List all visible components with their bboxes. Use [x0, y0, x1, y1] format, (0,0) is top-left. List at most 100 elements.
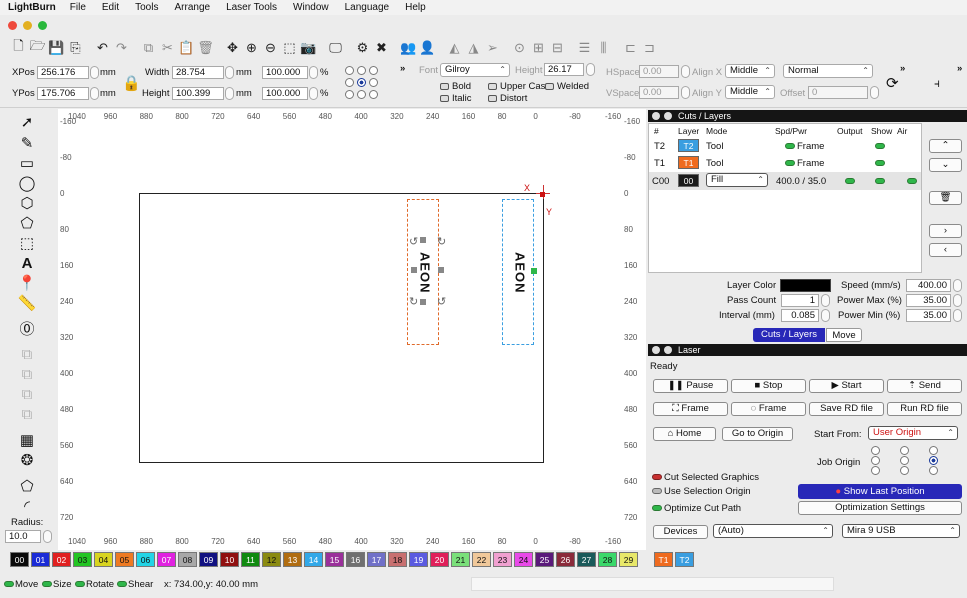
rotate-toggle[interactable]	[75, 581, 85, 587]
vspace-spinner[interactable]	[681, 86, 690, 99]
palette-swatch-27[interactable]: 27	[577, 552, 596, 567]
logo-object[interactable]: AEON	[502, 199, 534, 345]
palette-swatch-00[interactable]: 00	[10, 552, 29, 567]
minimize-window-button[interactable]	[23, 21, 32, 30]
power-max-spinner[interactable]	[953, 294, 962, 307]
canvas-area[interactable]: 1040 960 880 800 720 640 560 480 400 320 240 160 80 0…	[58, 109, 646, 550]
frame-toggle[interactable]	[785, 160, 795, 166]
panel-float-icon[interactable]	[664, 346, 672, 354]
open-folder-icon[interactable]: 🗁	[29, 38, 46, 57]
layer-color-swatch[interactable]	[780, 279, 831, 292]
offset-input[interactable]: 0	[808, 86, 868, 99]
palette-swatch-26[interactable]: 26	[556, 552, 575, 567]
mode-combo[interactable]: Fill	[706, 173, 768, 187]
palette-swatch-T1[interactable]: T1	[654, 552, 673, 567]
table-row[interactable]: T2 T2 Tool Frame	[649, 138, 921, 154]
draw-lines-icon[interactable]: ⬠	[17, 214, 37, 232]
height-percent-input[interactable]: 100.000	[262, 87, 308, 100]
start-button[interactable]: ▶ Start	[809, 379, 884, 393]
welded-checkbox[interactable]	[545, 83, 554, 90]
camera-icon[interactable]: 📷	[300, 39, 317, 57]
job-origin-br-radio[interactable]	[929, 466, 938, 475]
panel-close-icon[interactable]	[652, 112, 660, 120]
palette-swatch-03[interactable]: 03	[73, 552, 92, 567]
power-max-input[interactable]: 35.00	[906, 294, 951, 307]
zoom-window-button[interactable]	[38, 21, 47, 30]
anchor-bottom-right-radio[interactable]	[369, 90, 378, 99]
interval-input[interactable]: 0.085	[781, 309, 819, 322]
save-as-icon[interactable]: ⎘	[67, 39, 84, 57]
palette-swatch-22[interactable]: 22	[472, 552, 491, 567]
menu-laser-tools[interactable]: Laser Tools	[226, 2, 277, 13]
tools-icon[interactable]: ✖	[373, 39, 390, 57]
menu-arrange[interactable]: Arrange	[174, 2, 210, 13]
zoom-out-icon[interactable]: ⊖	[262, 39, 279, 57]
palette-swatch-09[interactable]: 09	[199, 552, 218, 567]
select-arrow-icon[interactable]: ➚	[17, 113, 37, 131]
size-toggle[interactable]	[42, 581, 52, 587]
shear-toggle[interactable]	[117, 581, 127, 587]
palette-swatch-13[interactable]: 13	[283, 552, 302, 567]
show-toggle[interactable]	[875, 178, 885, 184]
anchor-center-radio[interactable]	[357, 78, 366, 87]
prev-layer-button[interactable]: ‹	[929, 243, 962, 257]
align-y-combo[interactable]: Middle	[725, 85, 775, 99]
panel-close-icon[interactable]	[652, 346, 660, 354]
palette-swatch-T2[interactable]: T2	[675, 552, 694, 567]
speed-spinner[interactable]	[953, 279, 962, 292]
devices-button[interactable]: Devices	[653, 525, 708, 539]
save-icon[interactable]: 💾	[48, 39, 65, 57]
palette-swatch-25[interactable]: 25	[535, 552, 554, 567]
output-toggle[interactable]	[845, 178, 855, 184]
text-mode-combo[interactable]: Normal	[783, 64, 873, 78]
tab-cuts-layers[interactable]: Cuts / Layers	[753, 328, 825, 342]
tab-move[interactable]: Move	[826, 328, 862, 342]
palette-swatch-05[interactable]: 05	[115, 552, 134, 567]
send-icon[interactable]: ➢	[484, 39, 501, 57]
close-window-button[interactable]	[8, 21, 17, 30]
next-layer-button[interactable]: ›	[929, 224, 962, 238]
rotate-handle-br-icon[interactable]: ↺	[437, 295, 446, 308]
job-origin-mc-radio[interactable]	[900, 456, 909, 465]
expand-chevron-icon-3[interactable]: »	[957, 63, 962, 74]
palette-swatch-18[interactable]: 18	[388, 552, 407, 567]
use-selection-origin-toggle[interactable]	[652, 488, 662, 494]
palette-swatch-23[interactable]: 23	[493, 552, 512, 567]
frame-button[interactable]: ⛶ Frame	[653, 402, 728, 416]
height-spinner[interactable]	[225, 87, 234, 100]
align-x-combo[interactable]: Middle	[725, 64, 775, 78]
rectangle-icon[interactable]: ▭	[17, 154, 37, 172]
move-icon[interactable]: ✥	[224, 39, 241, 57]
job-origin-bl-radio[interactable]	[871, 466, 880, 475]
panel-float-icon[interactable]	[664, 112, 672, 120]
save-rd-button[interactable]: Save RD file	[809, 402, 884, 416]
circular-array-icon[interactable]: ❂	[17, 451, 37, 469]
align-h-icon[interactable]: ☰	[576, 39, 593, 57]
optimize-cut-toggle[interactable]	[652, 505, 662, 511]
move-layer-down-button[interactable]: ⌄	[929, 158, 962, 172]
distribute-icon[interactable]: ⊟	[549, 39, 566, 57]
device-combo[interactable]: Mira 9 USB	[842, 524, 960, 538]
scale-handle-right[interactable]	[438, 267, 444, 273]
rotate-handle-tl-icon[interactable]: ↺	[409, 235, 418, 248]
weld-icon[interactable]: ⧉	[17, 345, 37, 363]
show-toggle[interactable]	[875, 160, 885, 166]
polygon-icon[interactable]: ⬡	[17, 194, 37, 212]
power-min-input[interactable]: 35.00	[906, 309, 951, 322]
delete-layer-icon[interactable]: 🗑	[929, 191, 962, 205]
go-to-origin-button[interactable]: Go to Origin	[722, 427, 793, 441]
table-row-selected[interactable]: C00 00 Fill 400.0 / 35.0	[649, 172, 921, 190]
show-last-position-button[interactable]: ● Show Last Position	[798, 484, 962, 499]
rotate-icon[interactable]: ⟳	[886, 74, 899, 92]
run-rd-button[interactable]: Run RD file	[887, 402, 962, 416]
align-icon[interactable]: ⊞	[530, 39, 547, 57]
ypos-spinner[interactable]	[90, 87, 99, 100]
anchor-bottom-center-radio[interactable]	[357, 90, 366, 99]
user-icon[interactable]: 👤	[419, 39, 436, 57]
table-row[interactable]: T1 T1 Tool Frame	[649, 155, 921, 171]
start-from-combo[interactable]: User Origin	[868, 426, 958, 440]
width-percent-input[interactable]: 100.000	[262, 66, 308, 79]
palette-swatch-29[interactable]: 29	[619, 552, 638, 567]
bold-checkbox[interactable]	[440, 83, 449, 90]
palette-swatch-28[interactable]: 28	[598, 552, 617, 567]
